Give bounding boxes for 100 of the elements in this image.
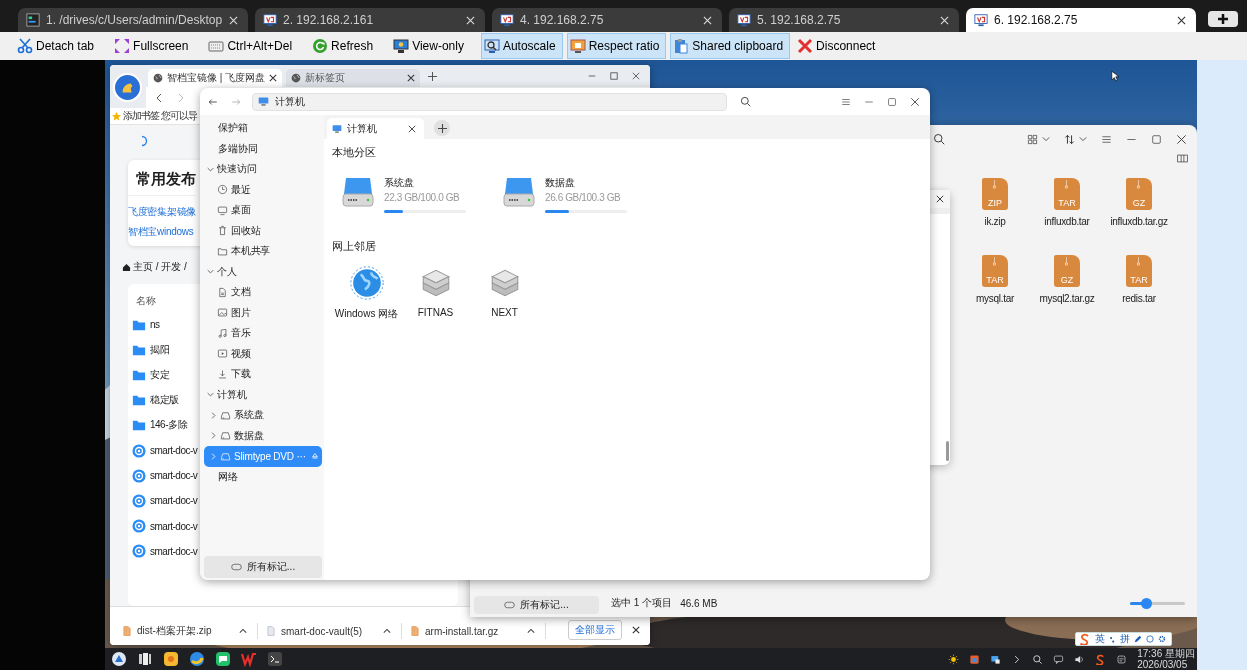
sidebar-item[interactable]: 文档 <box>204 282 322 303</box>
toolbar-button[interactable]: Ctrl+Alt+Del <box>205 33 300 59</box>
search-icon[interactable] <box>1032 653 1044 665</box>
session-tab[interactable]: 6. 192.168.2.75 <box>966 8 1196 32</box>
clock-time[interactable]: 17:36 星期四 <box>1137 648 1195 659</box>
show-all-button[interactable]: 全部显示 <box>568 620 622 640</box>
file-name[interactable]: 稳定版 <box>150 393 179 408</box>
session-tab[interactable]: 2. 192.168.2.161 <box>255 8 485 32</box>
close-icon[interactable] <box>632 72 640 80</box>
pen-icon[interactable] <box>1134 635 1142 643</box>
launcher-icon[interactable] <box>111 651 127 667</box>
file-name[interactable]: smart-doc-v <box>150 495 198 507</box>
file-name[interactable]: ns <box>150 319 160 331</box>
sidebar-item[interactable]: 多端协同 <box>204 138 322 159</box>
close-icon[interactable] <box>936 195 944 203</box>
sidebar-item[interactable]: 计算机 <box>204 384 322 405</box>
download-item[interactable]: dist-档案开架.zip <box>122 623 258 639</box>
search-icon[interactable] <box>933 133 945 145</box>
chevron-down-icon[interactable] <box>1042 135 1050 143</box>
grid-view-icon[interactable] <box>1027 133 1038 145</box>
sidebar-item[interactable]: 音乐 <box>204 323 322 344</box>
file-name[interactable]: smart-doc-v <box>150 470 198 482</box>
close-icon[interactable] <box>1177 15 1186 25</box>
sidebar-item[interactable]: 系统盘 <box>204 405 322 426</box>
close-icon[interactable] <box>269 74 278 82</box>
download-item[interactable]: smart-doc-vault(5) <box>266 623 402 639</box>
back-icon[interactable] <box>208 96 218 107</box>
sidebar-item[interactable]: 快速访问 <box>204 159 322 180</box>
toolbar-button[interactable]: Disconnect <box>794 33 883 59</box>
file-name[interactable]: influxdb.tar <box>1044 216 1090 227</box>
link[interactable]: 飞度密集架镜像 <box>128 202 196 222</box>
scrollbar-handle[interactable] <box>946 441 949 461</box>
tab[interactable]: 计算机 <box>327 118 424 139</box>
session-tab[interactable]: 4. 192.168.2.75 <box>492 8 722 32</box>
network-name[interactable]: NEXT <box>491 307 518 318</box>
toolbar-button[interactable]: Refresh <box>309 33 381 59</box>
plus-icon[interactable] <box>428 71 437 81</box>
notification-icon[interactable] <box>1116 653 1128 665</box>
caret-icon[interactable] <box>239 627 247 635</box>
close-icon[interactable] <box>408 124 416 133</box>
file-name[interactable]: 安定 <box>150 367 169 382</box>
file-name[interactable]: mysql.tar <box>976 293 1014 304</box>
file-name[interactable]: smart-doc-v <box>150 520 198 532</box>
clock-date[interactable]: 2026/03/05 <box>1137 659 1195 670</box>
app-icon[interactable] <box>163 651 179 667</box>
slider-thumb[interactable] <box>1141 597 1152 609</box>
toolbar-button[interactable]: Fullscreen <box>111 33 196 59</box>
terminal-icon[interactable] <box>267 651 283 667</box>
multitask-icon[interactable] <box>137 651 153 667</box>
file-name[interactable]: ik.zip <box>984 216 1006 227</box>
new-tab-button[interactable] <box>1208 11 1238 27</box>
sidebar-item[interactable]: 最近 <box>204 179 322 200</box>
link[interactable]: 智档宝windows <box>128 222 194 242</box>
browser-tab[interactable]: 新标签页 <box>286 69 420 87</box>
chat-icon[interactable] <box>1053 653 1065 665</box>
drive-name[interactable]: 系统盘 <box>384 176 466 190</box>
maximize-icon[interactable] <box>1151 133 1162 145</box>
caret-icon[interactable] <box>383 627 391 635</box>
network-name[interactable]: FITNAS <box>417 307 454 318</box>
sidebar-item[interactable]: 保护箱 <box>204 118 322 139</box>
sidebar-item[interactable]: 回收站 <box>204 220 322 241</box>
globe-icon[interactable] <box>349 266 384 300</box>
close-icon[interactable] <box>1176 133 1187 145</box>
menu-icon[interactable] <box>1101 133 1112 145</box>
tags-button[interactable]: 所有标记... <box>204 556 322 578</box>
sun-icon[interactable] <box>948 653 960 665</box>
file-name[interactable]: 揭阳 <box>150 342 169 357</box>
file-name[interactable]: influxdb.tar.gz <box>1110 216 1168 227</box>
file-name[interactable]: 146-多除 <box>150 418 187 433</box>
browser-icon[interactable] <box>189 651 205 667</box>
maximize-icon[interactable] <box>610 72 618 80</box>
back-icon[interactable] <box>154 92 164 103</box>
file-name[interactable]: mysql2.tar.gz <box>1039 293 1095 304</box>
close-icon[interactable] <box>910 96 920 107</box>
file-name[interactable]: smart-doc-v <box>150 445 198 457</box>
drive-name[interactable]: 数据盘 <box>545 176 627 190</box>
sidebar-item[interactable]: 数据盘 <box>204 425 322 446</box>
store-icon[interactable] <box>969 653 981 665</box>
toolbar-button[interactable]: Shared clipboard <box>670 33 791 59</box>
menu-icon[interactable] <box>841 96 851 107</box>
columns-icon[interactable] <box>1177 153 1188 164</box>
network-name[interactable]: Windows 网络 <box>334 307 399 321</box>
close-icon[interactable] <box>632 626 640 634</box>
sidebar-item[interactable]: 图片 <box>204 302 322 323</box>
tags-button[interactable]: 所有标记... <box>474 596 599 614</box>
close-icon[interactable] <box>407 74 415 82</box>
download-item[interactable]: arm-install.tar.gz <box>410 623 546 639</box>
toolbar-button[interactable]: Detach tab <box>14 33 102 59</box>
sidebar-item[interactable]: 视频 <box>204 343 322 364</box>
bookmark-link[interactable]: 添加书签 <box>123 109 159 123</box>
session-tab[interactable]: 1. /drives/c/Users/admin/Desktop <box>18 8 248 32</box>
browser-tab[interactable]: 智档宝镜像 | 飞度网盘 <box>148 69 282 87</box>
breadcrumb[interactable]: 主页 / 开发 / <box>133 260 187 274</box>
sidebar-item[interactable]: 网络 <box>204 466 322 487</box>
chevron-down-icon[interactable] <box>1079 135 1087 143</box>
toolbar-button[interactable]: View-only <box>390 33 471 59</box>
toolbar-button[interactable]: Respect ratio <box>566 33 667 59</box>
add-tab-button[interactable] <box>434 120 450 136</box>
file-name[interactable]: redis.tar <box>1122 293 1156 304</box>
search-icon[interactable] <box>740 96 751 107</box>
